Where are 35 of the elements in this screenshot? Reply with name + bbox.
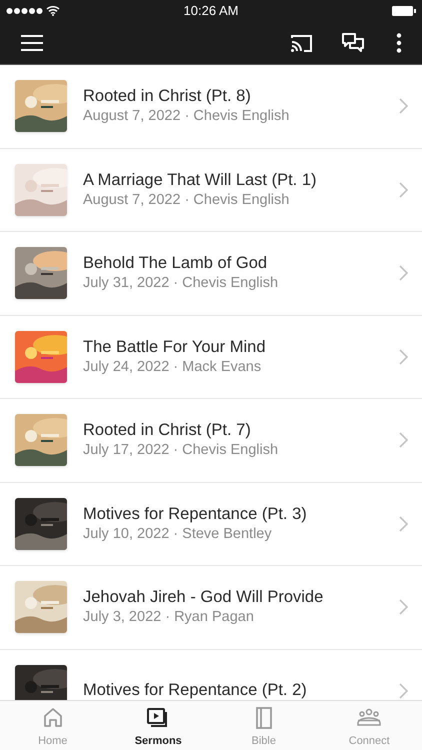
sermon-meta: July 10, 2022 · Steve Bentley [83, 524, 273, 544]
sermon-row[interactable]: Motives for Repentance (Pt. 2) [0, 650, 422, 700]
chevron-icon [399, 348, 408, 365]
chevron-icon [399, 432, 408, 448]
sermon-meta: July 17, 2022 · Chevis English [83, 441, 280, 460]
chevron-icon [399, 682, 408, 699]
menu-icon[interactable] [20, 34, 44, 52]
chevron-icon [399, 516, 408, 532]
tab-button[interactable]: Sermons [106, 701, 211, 750]
cast-icon[interactable] [290, 33, 314, 53]
sermon-title: Motives for Repentance (Pt. 3) [83, 504, 308, 525]
chevron-icon [399, 182, 408, 198]
sermon-row[interactable]: A Marriage That Will Last (Pt. 1) August 7, 2022 · Chevis English [0, 148, 422, 232]
status-time: 10:26 AM [184, 2, 238, 20]
sermon-title: Rooted in Christ (Pt. 8) [83, 86, 252, 108]
battery-icon [392, 6, 416, 16]
chevron-icon [399, 265, 408, 282]
sermon-title: A Marriage That Will Last (Pt. 1) [83, 170, 318, 191]
sermon-meta: August 7, 2022 · Chevis English [83, 190, 290, 210]
sermon-row[interactable]: Motives for Repentance (Pt. 3) July 10, 2022 · Steve Bentley [0, 482, 422, 566]
sermon-title: Behold The Lamb of God [83, 253, 268, 274]
chat-icon[interactable] [342, 33, 364, 53]
chevron-icon [399, 599, 408, 616]
sermon-title: The Battle For Your Mind [83, 336, 267, 358]
sermon-title: Rooted in Christ (Pt. 7) [83, 420, 252, 442]
more-icon[interactable] [396, 33, 402, 53]
chevron-icon [399, 98, 408, 114]
sermon-meta: July 24, 2022 · Mack Evans [83, 358, 262, 377]
sermon-title: Jehovah Jireh - God Will Provide [83, 587, 324, 608]
sermon-title: Motives for Repentance (Pt. 2) [83, 680, 308, 700]
sermon-row[interactable]: The Battle For Your Mind July 24, 2022 · Mack Evans [0, 316, 422, 399]
wifi-icon [46, 5, 60, 16]
sermon-meta: August 7, 2022 · Chevis English [83, 107, 290, 126]
sermon-meta: July 3, 2022 · Ryan Pagan [83, 608, 255, 628]
sermon-meta: July 31, 2022 · Chevis English [83, 274, 280, 294]
